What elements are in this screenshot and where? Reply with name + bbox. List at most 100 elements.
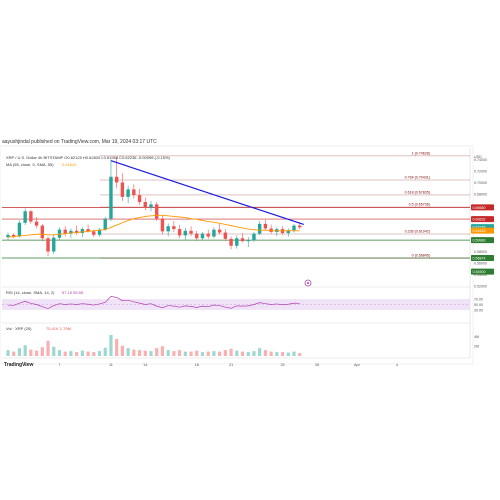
candle-body <box>269 228 273 232</box>
chart-frame <box>0 145 474 365</box>
tradingview-logo: TradingView <box>4 362 33 368</box>
candle-body <box>63 229 67 234</box>
volume-bar <box>206 351 210 356</box>
fib-label: 0.5 (0.65736) <box>409 203 430 207</box>
time-tick-label: 25 <box>280 363 284 367</box>
volume-bar <box>109 334 113 356</box>
price-tag-label: 0.54500 <box>473 270 486 274</box>
candle-body <box>149 204 153 208</box>
time-tick-label: Apr <box>354 363 361 367</box>
volume-bar <box>258 348 262 356</box>
volume-bar <box>52 346 56 356</box>
fib-label: 0.618 (0.67835) <box>405 190 430 194</box>
volume-bar <box>143 350 147 356</box>
candle-body <box>166 226 170 232</box>
volume-bar <box>275 352 279 356</box>
candle-body <box>132 189 136 196</box>
volume-bar <box>149 351 153 356</box>
volume-bar <box>195 350 199 356</box>
candle-body <box>240 238 245 242</box>
volume-bar <box>269 351 273 356</box>
volume-bar <box>286 352 290 356</box>
volume-bar <box>263 350 267 356</box>
candle-body <box>143 202 147 208</box>
volume-bar <box>23 345 27 356</box>
candle-body <box>126 189 130 197</box>
candle-body <box>189 230 193 234</box>
volume-bar <box>200 352 205 356</box>
time-tick-label: 11 <box>109 363 113 367</box>
volume-bar <box>298 353 302 356</box>
volume-bar <box>115 338 119 356</box>
volume-bar <box>235 350 239 356</box>
volume-bar <box>126 348 130 356</box>
volume-bar <box>63 351 67 356</box>
fib-label: 0 (0.56845) <box>412 254 430 258</box>
fib-label: 0.236 (0.61042) <box>405 230 430 234</box>
fib-label: 0.764 (0.70431) <box>405 176 430 180</box>
candle-body <box>263 223 268 229</box>
candle-body <box>177 229 182 236</box>
volume-bar <box>69 351 73 356</box>
price-tag-label: 0.56874 <box>473 256 486 260</box>
candle-body <box>120 182 125 197</box>
volume-header: Vol · XRP (20) <box>6 326 32 331</box>
rsi-tick-label: 30.00 <box>474 308 483 312</box>
candle-body <box>298 225 302 228</box>
volume-bar <box>120 345 124 356</box>
price-tag-label: 0.61643 <box>473 229 486 233</box>
volume-bar <box>155 348 159 356</box>
candle-body <box>223 232 228 239</box>
volume-bar <box>80 350 84 356</box>
ma-header: MA (55, close, 0, SMA, 55) <box>6 162 54 167</box>
volume-bar <box>40 347 44 356</box>
volume-bar <box>292 351 296 356</box>
candle-body <box>252 233 256 240</box>
volume-bar <box>46 340 50 356</box>
volume-bar <box>17 348 22 356</box>
volume-bar <box>92 352 96 356</box>
volume-header-values: 75.41K 1.79M <box>46 326 71 331</box>
rsi-tick-label: 50.00 <box>474 303 483 307</box>
time-tick-label: 28 <box>315 363 319 367</box>
candle-body <box>155 204 159 219</box>
candle-body <box>137 195 142 203</box>
price-tick-label: 0.72000 <box>474 170 487 174</box>
volume-bar <box>212 351 216 356</box>
candle-body <box>52 237 56 252</box>
candle-body <box>109 176 113 219</box>
volume-bar <box>132 349 136 356</box>
price-tag-label: 0.63632 <box>473 218 486 222</box>
candle-body <box>23 211 27 223</box>
event-marker-dot <box>307 282 309 284</box>
volume-bar <box>57 350 62 356</box>
price-tag-label: 0.59983 <box>473 239 486 243</box>
volume-bar <box>103 347 107 356</box>
tradingview-logo-text: TradingView <box>4 362 34 368</box>
volume-bar <box>246 352 250 356</box>
rsi-header: RSI (14, close, SMA, 14, 2) <box>6 290 55 295</box>
volume-tick-label: 2M <box>474 345 479 349</box>
candle-body <box>235 238 239 246</box>
volume-bar <box>178 350 182 356</box>
candle-body <box>172 226 176 230</box>
candle-body <box>34 221 39 226</box>
price-tick-label: 0.56000 <box>474 262 487 266</box>
volume-bar <box>35 350 39 356</box>
candle-body <box>229 238 233 246</box>
candle-body <box>257 223 262 234</box>
volume-bar <box>29 349 33 356</box>
candle-body <box>160 218 165 232</box>
candle-body <box>29 211 33 222</box>
candle-body <box>246 240 250 242</box>
volume-bar <box>183 351 187 356</box>
price-tick-label: 0.74000 <box>474 158 487 162</box>
time-tick-label: 4 <box>396 363 398 367</box>
trading-chart[interactable]: XRP / U.S. Dollar 4h BITSTAMP O0.62125 H… <box>0 0 500 500</box>
candle-body <box>292 225 296 231</box>
price-tick-label: 0.70000 <box>474 181 487 185</box>
candle-body <box>212 229 216 237</box>
volume-bar <box>6 350 10 356</box>
volume-bar <box>137 350 142 356</box>
candle-body <box>217 229 222 233</box>
